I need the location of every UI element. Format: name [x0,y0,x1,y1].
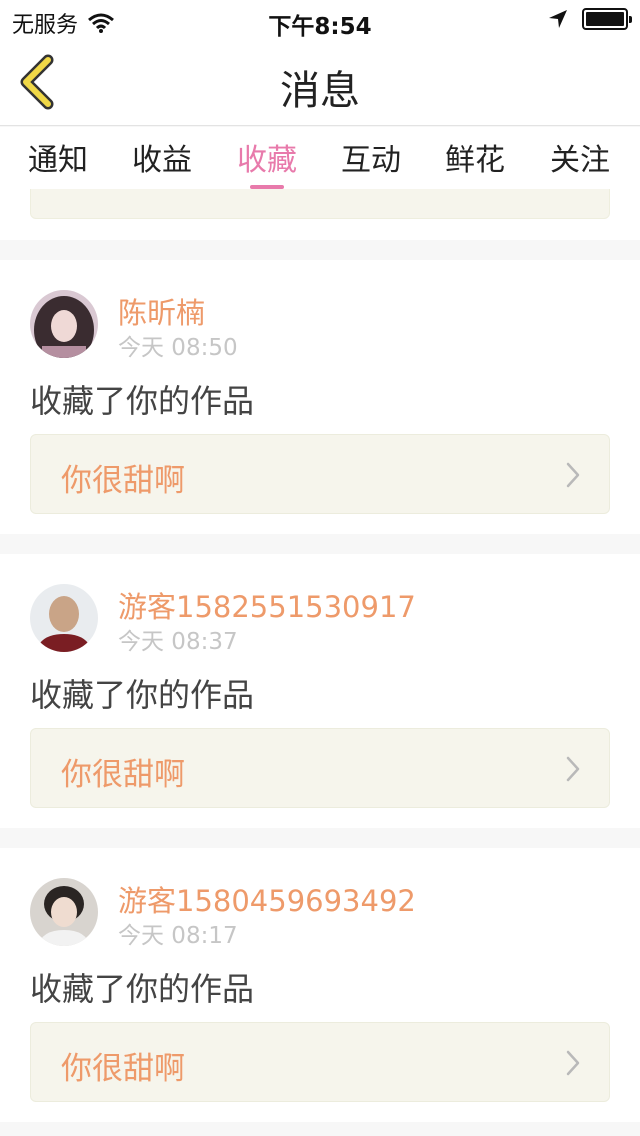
action-text: 收藏了你的作品 [30,676,255,714]
work-link[interactable]: 你很甜啊 [30,728,610,808]
work-title: 你很甜啊 [61,757,185,793]
list-item-partial [0,189,640,240]
chevron-right-icon [566,1050,580,1076]
username[interactable]: 陈昕楠 [118,290,205,332]
timestamp: 今天 08:17 [118,923,238,949]
action-text: 收藏了你的作品 [30,970,255,1008]
work-link[interactable]: 你很甜啊 [30,1022,610,1102]
status-right [548,8,632,30]
nav-bar: 消息 [0,40,640,126]
tab-flowers[interactable]: 鲜花 [425,135,525,189]
avatar[interactable] [30,584,98,652]
location-arrow-icon [549,10,567,28]
tab-bar: 通知 收益 收藏 互动 鲜花 关注 [0,127,640,189]
timestamp: 今天 08:37 [118,629,238,655]
tab-label: 收益 [132,143,192,178]
tab-label: 关注 [550,143,610,178]
tab-following[interactable]: 关注 [530,135,630,189]
battery-fill [586,12,624,26]
tab-earnings[interactable]: 收益 [112,135,212,189]
chevron-right-icon [566,756,580,782]
tab-label: 鲜花 [445,143,505,178]
action-text: 收藏了你的作品 [30,382,255,420]
avatar[interactable] [30,290,98,358]
list-item: 游客1580459693492 今天 08:17 收藏了你的作品 你很甜啊 [0,848,640,1122]
work-link[interactable]: 你很甜啊 [30,434,610,514]
work-title: 你很甜啊 [61,1051,185,1087]
page-title: 消息 [280,68,360,114]
battery-icon [582,8,632,30]
work-link-partial[interactable] [30,189,610,219]
list-item: 陈昕楠 今天 08:50 收藏了你的作品 你很甜啊 [0,260,640,534]
chevron-right-icon [566,462,580,488]
avatar[interactable] [30,878,98,946]
status-bar: 无服务 下午8:54 [0,0,640,40]
status-time: 下午8:54 [268,14,372,40]
timestamp: 今天 08:50 [118,335,238,361]
username[interactable]: 游客1580459693492 [118,878,416,920]
avatar-image [30,290,98,358]
avatar-image [30,584,98,652]
tab-interactions[interactable]: 互动 [321,135,421,189]
list-item: 游客1582551530917 今天 08:37 收藏了你的作品 你很甜啊 [0,554,640,828]
work-title: 你很甜啊 [61,463,185,499]
avatar-image [30,878,98,946]
tab-favorites[interactable]: 收藏 [217,135,317,189]
message-list[interactable]: 陈昕楠 今天 08:50 收藏了你的作品 你很甜啊 游客158255153091… [0,189,640,1136]
tab-notifications[interactable]: 通知 [8,135,108,189]
username[interactable]: 游客1582551530917 [118,584,416,626]
tab-label: 收藏 [237,143,297,178]
tab-label: 通知 [28,143,88,178]
tab-label: 互动 [341,143,401,178]
